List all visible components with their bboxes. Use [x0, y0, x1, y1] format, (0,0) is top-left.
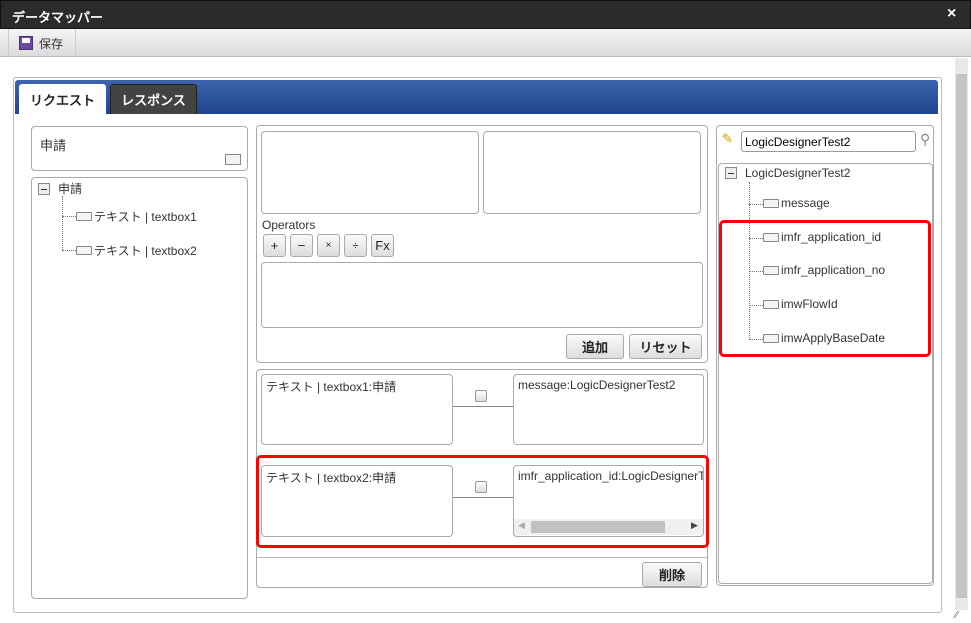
multiply-button[interactable]: ×: [317, 234, 340, 257]
highlight-box: [256, 455, 709, 548]
scrollbar-thumb[interactable]: [956, 74, 967, 598]
mapping-source[interactable]: テキスト | textbox1:申請: [261, 374, 453, 445]
resize-grip-icon[interactable]: ⁄⁄: [955, 610, 958, 621]
field-icon: [763, 198, 779, 208]
add-button[interactable]: 追加: [566, 334, 624, 359]
source-title: 申請: [40, 138, 67, 153]
title-bar: [0, 0, 971, 29]
save-icon: [19, 36, 33, 50]
delete-button[interactable]: 削除: [642, 562, 702, 587]
tree-item[interactable]: message: [763, 196, 830, 210]
search-icon[interactable]: ⚲: [920, 131, 930, 148]
tree-item-label: message: [781, 196, 830, 210]
source-tree: 申請 テキスト | textbox1 テキスト | textbox2: [31, 177, 248, 599]
function-button[interactable]: Fx: [371, 234, 394, 257]
divide-button[interactable]: ÷: [344, 234, 367, 257]
window-title: データマッパー: [12, 10, 104, 25]
minus-button[interactable]: −: [290, 234, 313, 257]
tab-request[interactable]: リクエスト: [19, 84, 106, 114]
reset-button[interactable]: リセット: [629, 334, 702, 359]
save-button[interactable]: 保存: [8, 29, 76, 57]
form-icon[interactable]: [225, 154, 241, 165]
highlight-box: [719, 220, 931, 357]
field-icon: [76, 212, 92, 221]
tree-item-label: テキスト | textbox1: [94, 210, 197, 224]
mapping-checkbox[interactable]: [475, 390, 487, 402]
field-icon: [76, 246, 92, 255]
collapse-icon[interactable]: [725, 167, 737, 179]
plus-button[interactable]: +: [263, 234, 286, 257]
expression-target-box[interactable]: [483, 131, 701, 214]
expression-textarea[interactable]: [261, 262, 703, 328]
toolbar: 保存: [0, 29, 971, 57]
tab-response[interactable]: レスポンス: [110, 84, 197, 114]
tree-item[interactable]: テキスト | textbox1: [76, 208, 197, 225]
operators-label: Operators: [262, 218, 316, 232]
tree-root-label: LogicDesignerTest2: [745, 166, 851, 180]
expression-source-box[interactable]: [261, 131, 479, 214]
tree-root-label: 申請: [58, 182, 83, 196]
source-header: 申請: [31, 126, 248, 171]
tree-item-label: テキスト | textbox2: [94, 244, 197, 258]
save-label: 保存: [39, 36, 64, 51]
mapping-target[interactable]: message:LogicDesignerTest2: [513, 374, 704, 445]
tree-item[interactable]: テキスト | textbox2: [76, 242, 197, 259]
collapse-icon[interactable]: [38, 182, 50, 195]
edit-key-icon: ✎: [722, 131, 733, 146]
close-icon[interactable]: ×: [947, 5, 956, 23]
target-search-input[interactable]: [741, 131, 916, 152]
tree-root[interactable]: LogicDesignerTest2: [725, 166, 850, 180]
tree-root[interactable]: 申請: [38, 180, 82, 197]
